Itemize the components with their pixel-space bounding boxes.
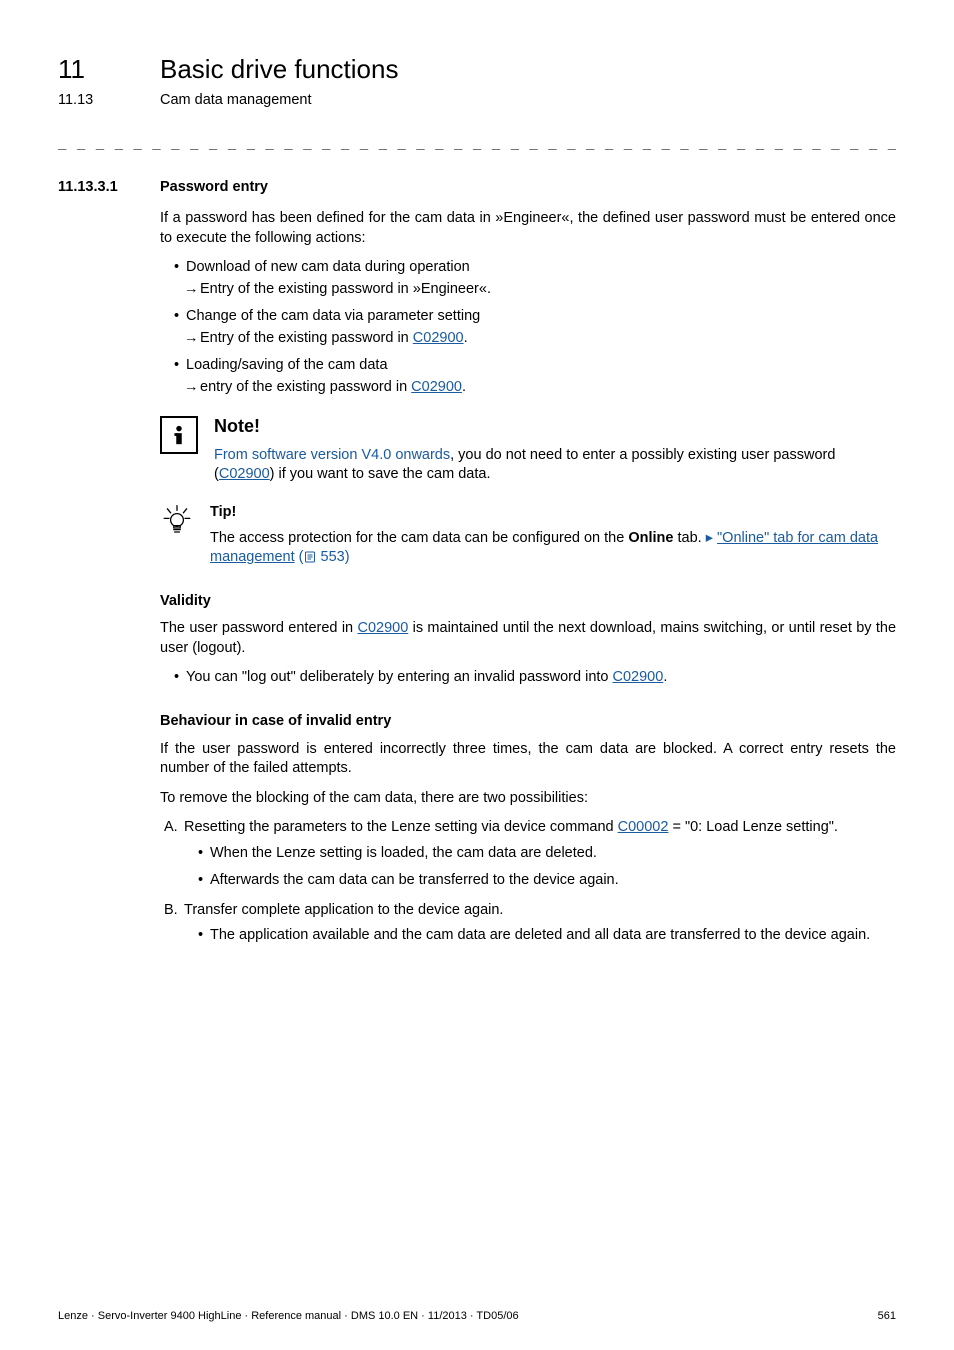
action-detail: Entry of the existing password in C02900… bbox=[186, 329, 896, 349]
subsection-number: 11.13.3.1 bbox=[58, 178, 160, 198]
validity-paragraph: The user password entered in C02900 is m… bbox=[160, 619, 896, 658]
action-item: Change of the cam data via parameter set… bbox=[174, 307, 896, 348]
page-icon bbox=[304, 551, 316, 563]
section-number: 11.13 bbox=[58, 91, 160, 111]
param-link[interactable]: C02900 bbox=[357, 620, 408, 636]
page-footer: Lenze · Servo-Inverter 9400 HighLine · R… bbox=[58, 1309, 896, 1324]
remedy-item-b: B. Transfer complete application to the … bbox=[160, 901, 896, 946]
actions-list: Download of new cam data during operatio… bbox=[160, 258, 896, 397]
behaviour-heading: Behaviour in case of invalid entry bbox=[160, 712, 896, 732]
action-item: Loading/saving of the cam data entry of … bbox=[174, 356, 896, 397]
tip-callout: Tip! The access protection for the cam d… bbox=[160, 503, 896, 568]
footer-text: Lenze · Servo-Inverter 9400 HighLine · R… bbox=[58, 1309, 519, 1324]
chapter-number: 11 bbox=[58, 52, 160, 87]
section-title: Cam data management bbox=[160, 91, 312, 111]
intro-paragraph: If a password has been defined for the c… bbox=[160, 209, 896, 248]
param-link[interactable]: C02900 bbox=[411, 379, 462, 395]
list-item: You can "log out" deliberately by enteri… bbox=[174, 668, 896, 688]
list-item: When the Lenze setting is loaded, the ca… bbox=[198, 844, 896, 864]
remedy-list: A. Resetting the parameters to the Lenze… bbox=[160, 818, 896, 946]
lightbulb-icon bbox=[160, 503, 194, 537]
list-marker: A. bbox=[164, 818, 178, 838]
behaviour-paragraph: If the user password is entered incorrec… bbox=[160, 740, 896, 779]
list-item: The application available and the cam da… bbox=[198, 926, 896, 946]
note-body: From software version V4.0 onwards, you … bbox=[214, 446, 896, 485]
param-link[interactable]: C02900 bbox=[413, 330, 464, 346]
action-main: Change of the cam data via parameter set… bbox=[186, 308, 480, 324]
param-link[interactable]: C02900 bbox=[219, 466, 270, 482]
version-info: From software version V4.0 onwards bbox=[214, 447, 450, 463]
validity-heading: Validity bbox=[160, 592, 896, 612]
action-detail: Entry of the existing password in »Engin… bbox=[186, 280, 896, 300]
note-title: Note! bbox=[214, 414, 896, 438]
subsection-heading: 11.13.3.1 Password entry bbox=[58, 178, 896, 198]
page-number-ref: 553) bbox=[317, 549, 350, 565]
action-main: Download of new cam data during operatio… bbox=[186, 259, 470, 275]
behaviour-paragraph: To remove the blocking of the cam data, … bbox=[160, 789, 896, 809]
tip-title: Tip! bbox=[210, 503, 896, 523]
tip-body: The access protection for the cam data c… bbox=[210, 529, 896, 568]
list-item: Afterwards the cam data can be transferr… bbox=[198, 871, 896, 891]
validity-list: You can "log out" deliberately by enteri… bbox=[160, 668, 896, 688]
page-header: 11 Basic drive functions 11.13 Cam data … bbox=[58, 52, 896, 111]
remedy-item-a: A. Resetting the parameters to the Lenze… bbox=[160, 818, 896, 891]
action-detail: entry of the existing password in C02900… bbox=[186, 378, 896, 398]
list-marker: B. bbox=[164, 901, 178, 921]
action-item: Download of new cam data during operatio… bbox=[174, 258, 896, 299]
subsection-title: Password entry bbox=[160, 178, 268, 198]
cross-ref-arrow-icon: ▸ bbox=[706, 530, 717, 546]
page-number: 561 bbox=[878, 1309, 896, 1324]
chapter-title: Basic drive functions bbox=[160, 52, 398, 87]
action-main: Loading/saving of the cam data bbox=[186, 357, 388, 373]
note-callout: Note! From software version V4.0 onwards… bbox=[160, 414, 896, 485]
param-link[interactable]: C02900 bbox=[613, 669, 664, 685]
info-icon bbox=[160, 416, 198, 454]
tab-name: Online bbox=[628, 530, 673, 546]
divider: _ _ _ _ _ _ _ _ _ _ _ _ _ _ _ _ _ _ _ _ … bbox=[58, 133, 896, 152]
param-link[interactable]: C00002 bbox=[618, 819, 669, 835]
